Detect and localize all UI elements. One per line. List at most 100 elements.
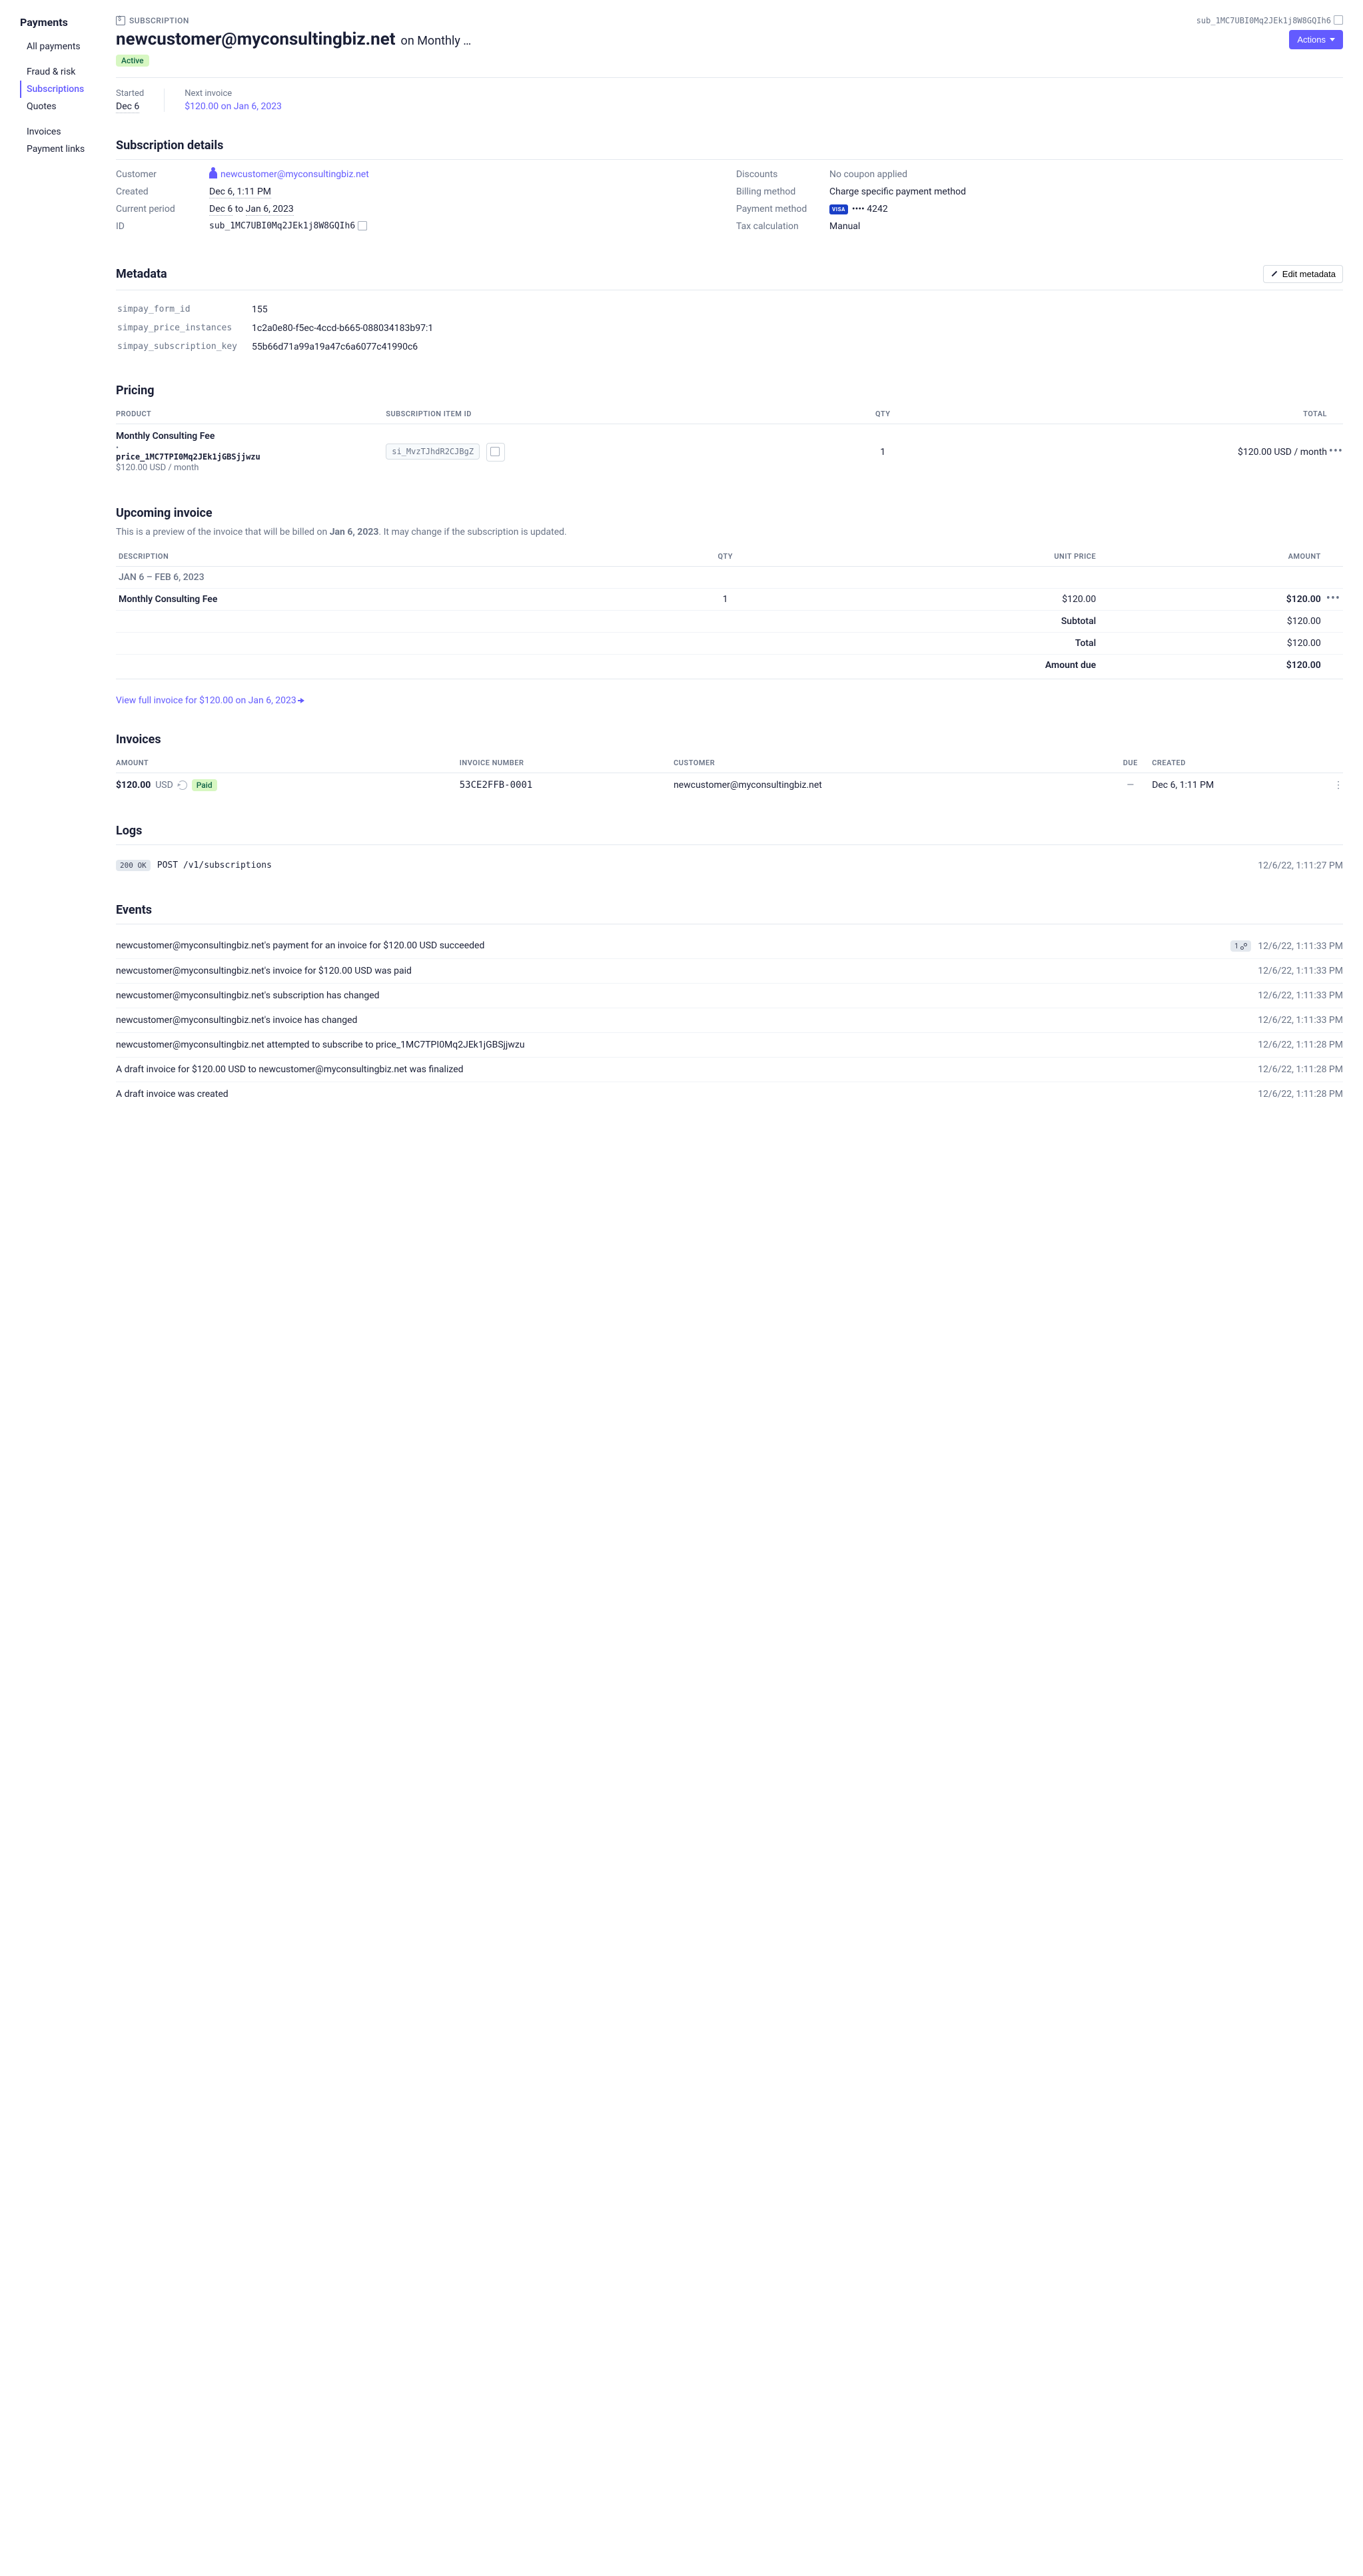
upcoming-desc-prefix: This is a preview of the invoice that wi… bbox=[116, 527, 330, 537]
events-heading: Events bbox=[116, 903, 1343, 917]
invoices-table: AMOUNT INVOICE NUMBER CUSTOMER DUE CREAT… bbox=[116, 753, 1343, 797]
metadata-key: simpay_form_id bbox=[117, 301, 250, 318]
metadata-row: simpay_subscription_key55b66d71a99a19a47… bbox=[117, 338, 1342, 356]
col-desc: DESCRIPTION bbox=[116, 547, 668, 567]
subtotal-label: Subtotal bbox=[783, 611, 1099, 633]
metadata-key: simpay_subscription_key bbox=[117, 338, 250, 356]
pricing-total: $120.00 USD / month bbox=[975, 424, 1327, 480]
actions-button[interactable]: Actions bbox=[1289, 30, 1343, 49]
event-row[interactable]: newcustomer@myconsultingbiz.net's subscr… bbox=[116, 984, 1343, 1008]
inv-customer: newcustomer@myconsultingbiz.net bbox=[674, 773, 1109, 798]
log-time: 12/6/22, 1:11:27 PM bbox=[1258, 860, 1343, 871]
period-from[interactable]: Dec 6 bbox=[209, 204, 232, 216]
created-label: Created bbox=[116, 186, 209, 197]
inv-currency: USD bbox=[155, 780, 173, 791]
col-created: CREATED bbox=[1152, 753, 1334, 773]
event-time: 12/6/22, 1:11:33 PM bbox=[1258, 941, 1343, 952]
row-menu-icon[interactable]: ••• bbox=[1329, 444, 1343, 458]
col-item-id: SUBSCRIPTION ITEM ID bbox=[386, 404, 791, 424]
inv-number: 53CE2FFB-0001 bbox=[460, 773, 674, 798]
copy-item-id-button[interactable] bbox=[486, 443, 505, 462]
metadata-table: simpay_form_id155simpay_price_instances1… bbox=[116, 300, 1343, 357]
product-name: Monthly Consulting Fee bbox=[116, 431, 386, 442]
inv-created: Dec 6, 1:11 PM bbox=[1152, 773, 1334, 798]
invoice-row[interactable]: $120.00 USD Paid 53CE2FFB-0001 newcustom… bbox=[116, 773, 1343, 798]
id-value: sub_1MC7UBI0Mq2JEk1j8W8GQIh6 bbox=[209, 221, 355, 231]
discounts-value: No coupon applied bbox=[829, 169, 907, 180]
pricing-table: PRODUCT SUBSCRIPTION ITEM ID QTY TOTAL M… bbox=[116, 404, 1343, 480]
line-qty: 1 bbox=[668, 589, 783, 611]
total-label: Total bbox=[783, 633, 1099, 655]
period-label: Current period bbox=[116, 204, 209, 214]
line-desc: Monthly Consulting Fee bbox=[116, 589, 668, 611]
copy-icon[interactable] bbox=[359, 222, 367, 230]
price-id: price_1MC7TPI0Mq2JEk1jGBSjjwzu bbox=[116, 452, 386, 462]
pm-last4: •••• 4242 bbox=[852, 204, 888, 214]
nav-item-all-payments[interactable]: All payments bbox=[20, 38, 112, 55]
subscription-id-top: sub_1MC7UBI0Mq2JEk1j8W8GQIh6 bbox=[1196, 16, 1331, 25]
tax-value: Manual bbox=[829, 221, 860, 232]
event-time: 12/6/22, 1:11:33 PM bbox=[1258, 966, 1343, 976]
log-row[interactable]: 200 OK POST /v1/subscriptions 12/6/22, 1… bbox=[116, 854, 1343, 876]
total-value: $120.00 bbox=[1099, 633, 1324, 655]
logs-heading: Logs bbox=[116, 824, 1343, 838]
col-amount2: AMOUNT bbox=[116, 753, 460, 773]
actions-button-label: Actions bbox=[1297, 35, 1326, 45]
discounts-label: Discounts bbox=[736, 169, 829, 180]
event-row[interactable]: A draft invoice for $120.00 USD to newcu… bbox=[116, 1058, 1343, 1082]
col-customer: CUSTOMER bbox=[674, 753, 1109, 773]
upcoming-desc-date: Jan 6, 2023 bbox=[330, 527, 379, 537]
event-row[interactable]: newcustomer@myconsultingbiz.net's paymen… bbox=[116, 934, 1343, 959]
item-id-chip[interactable]: si_MvzTJhdR2CJBgZ bbox=[386, 444, 480, 460]
upcoming-line: Monthly Consulting Fee 1 $120.00 $120.00… bbox=[116, 589, 1343, 611]
event-time: 12/6/22, 1:11:28 PM bbox=[1258, 1089, 1343, 1100]
pencil-icon bbox=[1270, 270, 1278, 278]
customer-link[interactable]: newcustomer@myconsultingbiz.net bbox=[209, 169, 369, 180]
event-time: 12/6/22, 1:11:28 PM bbox=[1258, 1064, 1343, 1075]
started-value[interactable]: Dec 6 bbox=[116, 101, 139, 113]
event-time: 12/6/22, 1:11:33 PM bbox=[1258, 990, 1343, 1001]
event-row[interactable]: newcustomer@myconsultingbiz.net's invoic… bbox=[116, 1008, 1343, 1033]
event-text: newcustomer@myconsultingbiz.net's invoic… bbox=[116, 966, 1244, 976]
period-to[interactable]: Jan 6, 2023 bbox=[246, 204, 294, 216]
row-menu-icon[interactable]: ••• bbox=[1326, 591, 1340, 605]
copy-icon bbox=[492, 448, 500, 456]
due-label: Amount due bbox=[783, 655, 1099, 677]
col-qty2: QTY bbox=[668, 547, 783, 567]
metadata-value: 155 bbox=[252, 301, 1342, 318]
subscription-icon bbox=[116, 16, 125, 25]
edit-metadata-button[interactable]: Edit metadata bbox=[1263, 265, 1343, 283]
event-text: A draft invoice for $120.00 USD to newcu… bbox=[116, 1064, 1244, 1075]
nav-item-fraud-risk[interactable]: Fraud & risk bbox=[20, 63, 112, 81]
sidebar: Payments All payments Fraud & riskSubscri… bbox=[20, 16, 112, 1106]
webhook-badge[interactable]: 1 bbox=[1230, 940, 1251, 952]
next-invoice-label: Next invoice bbox=[185, 89, 282, 99]
metadata-value: 55b66d71a99a19a47c6a6077c41990c6 bbox=[252, 338, 1342, 356]
page-title-suffix: on Monthly … bbox=[401, 34, 472, 48]
visa-icon: VISA bbox=[829, 204, 848, 214]
event-row[interactable]: A draft invoice was created12/6/22, 1:11… bbox=[116, 1082, 1343, 1106]
price-line: $120.00 USD / month bbox=[116, 463, 386, 473]
nav-item-quotes[interactable]: Quotes bbox=[20, 98, 112, 115]
sidebar-title: Payments bbox=[20, 16, 112, 29]
nav-item-subscriptions[interactable]: Subscriptions bbox=[20, 81, 112, 98]
full-invoice-text: View full invoice for $120.00 on Jan 6, … bbox=[116, 695, 296, 706]
id-label: ID bbox=[116, 221, 209, 232]
col-due: DUE bbox=[1109, 753, 1152, 773]
col-product: PRODUCT bbox=[116, 404, 386, 424]
nav-item-payment-links[interactable]: Payment links bbox=[20, 141, 112, 158]
event-row[interactable]: newcustomer@myconsultingbiz.net attempte… bbox=[116, 1033, 1343, 1058]
col-amount: AMOUNT bbox=[1099, 547, 1324, 567]
metadata-row: simpay_form_id155 bbox=[117, 301, 1342, 318]
event-row[interactable]: newcustomer@myconsultingbiz.net's invoic… bbox=[116, 959, 1343, 984]
next-invoice-link[interactable]: $120.00 on Jan 6, 2023 bbox=[185, 101, 282, 112]
chevron-down-icon bbox=[1330, 38, 1335, 41]
col-qty: QTY bbox=[791, 404, 975, 424]
created-value[interactable]: Dec 6, 1:11 PM bbox=[209, 186, 271, 198]
period-to-word: to bbox=[232, 204, 245, 214]
subtotal-value: $120.00 bbox=[1099, 611, 1324, 633]
nav-item-invoices[interactable]: Invoices bbox=[20, 123, 112, 141]
copy-icon[interactable] bbox=[1335, 17, 1343, 25]
view-full-invoice-link[interactable]: View full invoice for $120.00 on Jan 6, … bbox=[116, 695, 304, 706]
inv-due: — bbox=[1109, 773, 1152, 798]
